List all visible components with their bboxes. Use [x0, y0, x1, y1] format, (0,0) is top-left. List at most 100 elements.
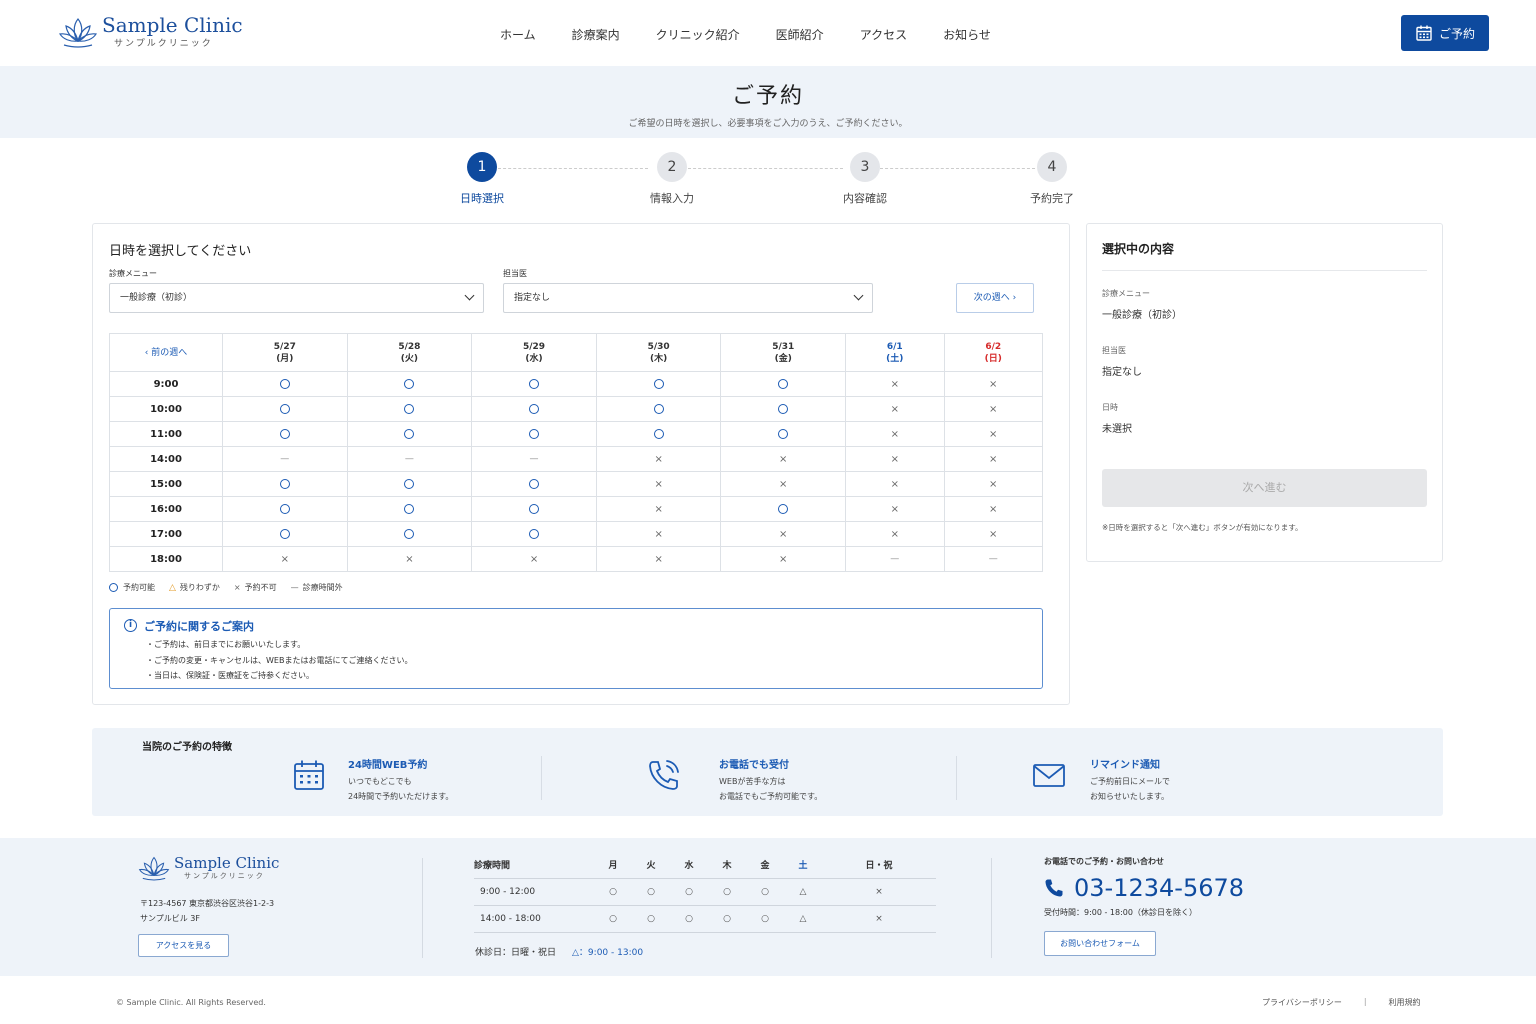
feature-line: お電話でもご予約可能です。: [719, 792, 823, 801]
day-header: 6/2 (日): [943, 333, 1043, 372]
slot-available[interactable]: [595, 421, 722, 447]
hours-mark: ×: [822, 905, 936, 933]
phone-icon: [649, 760, 679, 790]
day-weekday: (日): [984, 353, 1002, 364]
cross-icon: ×: [890, 403, 899, 415]
notice-list: ・ご予約は、前日までにお願いいたします。 ・ご予約の変更・キャンセルは、WEBま…: [146, 637, 412, 684]
notice-item: ・当日は、保険証・医療証をご持参ください。: [146, 671, 314, 680]
slot-available[interactable]: [471, 396, 597, 422]
cross-icon: ×: [779, 528, 788, 540]
clinic-logo[interactable]: Sample Clinic サンプルクリニック: [58, 14, 243, 49]
hours-mark: ○: [594, 905, 632, 933]
slot-available[interactable]: [222, 371, 348, 397]
day-header: 6/1 (土): [845, 333, 945, 372]
slot-unavailable: ×: [943, 521, 1043, 547]
time-row: 17:00 × × × ×: [109, 521, 1043, 547]
legend-available: 予約可能: [109, 582, 155, 593]
slot-available[interactable]: [222, 396, 348, 422]
time-row: 10:00 × ×: [109, 396, 1043, 422]
next-week-button[interactable]: 次の週へ ›: [956, 283, 1034, 313]
closed-text: 休診日：日曜・祝日: [475, 948, 557, 958]
footer-logo-title: Sample Clinic: [174, 854, 280, 872]
circle-icon: [279, 403, 290, 414]
reserve-label: ご予約: [1438, 26, 1475, 41]
day-weekday: (金): [774, 353, 792, 364]
cross-icon: ×: [654, 553, 663, 565]
header-reserve-button[interactable]: ご予約: [1401, 15, 1489, 51]
slot-available[interactable]: [720, 371, 847, 397]
slot-available[interactable]: [346, 371, 473, 397]
nav-doctors[interactable]: 医師紹介: [776, 26, 824, 43]
cross-icon: ×: [233, 583, 241, 592]
slot-available[interactable]: [471, 371, 597, 397]
day-header: 5/29 (水): [471, 333, 597, 372]
terms-link[interactable]: 利用規約: [1389, 997, 1421, 1008]
day-weekday: (土): [886, 353, 904, 364]
circle-icon: [778, 378, 789, 389]
slot-available[interactable]: [222, 421, 348, 447]
datetime-panel: 日時を選択してください 診療メニュー 一般診療（初診） 担当医 指定なし 次の週…: [92, 223, 1070, 705]
slot-available[interactable]: [346, 421, 473, 447]
nav-news[interactable]: お知らせ: [943, 26, 991, 43]
feature-line: WEBが苦手な方は: [719, 777, 786, 786]
slot-available[interactable]: [346, 471, 473, 497]
nav-services[interactable]: 診療案内: [572, 26, 620, 43]
hours-header-cell: 水: [670, 852, 708, 879]
nav-access[interactable]: アクセス: [860, 26, 907, 43]
doctor-select[interactable]: 指定なし: [503, 283, 873, 313]
cross-icon: ×: [890, 528, 899, 540]
hours-row: 14:00 - 18:00 ○ ○ ○ ○ ○ △ ×: [474, 905, 936, 933]
footer-logo[interactable]: Sample Clinic サンプルクリニック: [138, 854, 279, 882]
contact-form-button[interactable]: お問い合わせフォーム: [1044, 931, 1156, 956]
day-header: 5/27 (月): [222, 333, 348, 372]
cross-icon: ×: [654, 528, 663, 540]
circle-icon: [529, 403, 540, 414]
circle-icon: [404, 378, 415, 389]
slot-available[interactable]: [346, 521, 473, 547]
slot-available[interactable]: [471, 471, 597, 497]
circle-icon: [109, 583, 118, 592]
slot-unavailable: ×: [720, 471, 847, 497]
tel-number[interactable]: 03-1234-5678: [1044, 874, 1244, 902]
cross-icon: ×: [654, 478, 663, 490]
slot-available[interactable]: [595, 396, 722, 422]
day-date: 5/30: [647, 341, 670, 352]
day-date: 5/29: [522, 341, 546, 352]
slot-available[interactable]: [720, 396, 847, 422]
slot-available[interactable]: [720, 496, 847, 522]
slot-available[interactable]: [222, 471, 348, 497]
saturday-hours: △：9:00 - 13:00: [572, 948, 644, 958]
feature-desc: いつでもどこでも 24時間で予約いただけます。: [348, 774, 453, 804]
slot-available[interactable]: [346, 396, 473, 422]
menu-select[interactable]: 一般診療（初診）: [109, 283, 484, 313]
slot-available[interactable]: [346, 496, 473, 522]
slot-unavailable: ×: [845, 471, 945, 497]
slot-available[interactable]: [222, 521, 348, 547]
time-label: 9:00: [109, 371, 223, 397]
selection-summary: 選択中の内容 診療メニュー 一般診療（初診） 担当医 指定なし 日時 未選択 次…: [1086, 223, 1443, 562]
logo-subtitle: サンプルクリニック: [114, 39, 213, 49]
slot-available[interactable]: [471, 521, 597, 547]
slot-available[interactable]: [720, 421, 847, 447]
hours-mark: ○: [670, 878, 708, 906]
slot-closed: —: [845, 546, 945, 572]
slot-available[interactable]: [471, 496, 597, 522]
slot-available[interactable]: [222, 496, 348, 522]
nav-home[interactable]: ホーム: [500, 26, 536, 43]
nav-clinic[interactable]: クリニック紹介: [656, 26, 740, 43]
hours-header-cell: 診療時間: [474, 852, 594, 879]
hours-time: 14:00 - 18:00: [474, 905, 594, 933]
slot-unavailable: ×: [943, 371, 1043, 397]
hours-mark: ○: [746, 878, 784, 906]
slot-unavailable: ×: [943, 421, 1043, 447]
privacy-policy-link[interactable]: プライバシーポリシー: [1262, 997, 1342, 1008]
time-label: 16:00: [109, 496, 223, 522]
divider: [991, 858, 992, 958]
feature-desc: WEBが苦手な方はお電話でもご予約可能です。: [719, 774, 822, 804]
access-button[interactable]: アクセスを見る: [138, 934, 229, 957]
slot-available[interactable]: [595, 371, 722, 397]
cross-icon: ×: [989, 428, 998, 440]
prev-week-button[interactable]: ‹ 前の週へ: [109, 333, 223, 372]
next-step-button[interactable]: 次へ進む: [1102, 469, 1427, 507]
slot-available[interactable]: [471, 421, 597, 447]
